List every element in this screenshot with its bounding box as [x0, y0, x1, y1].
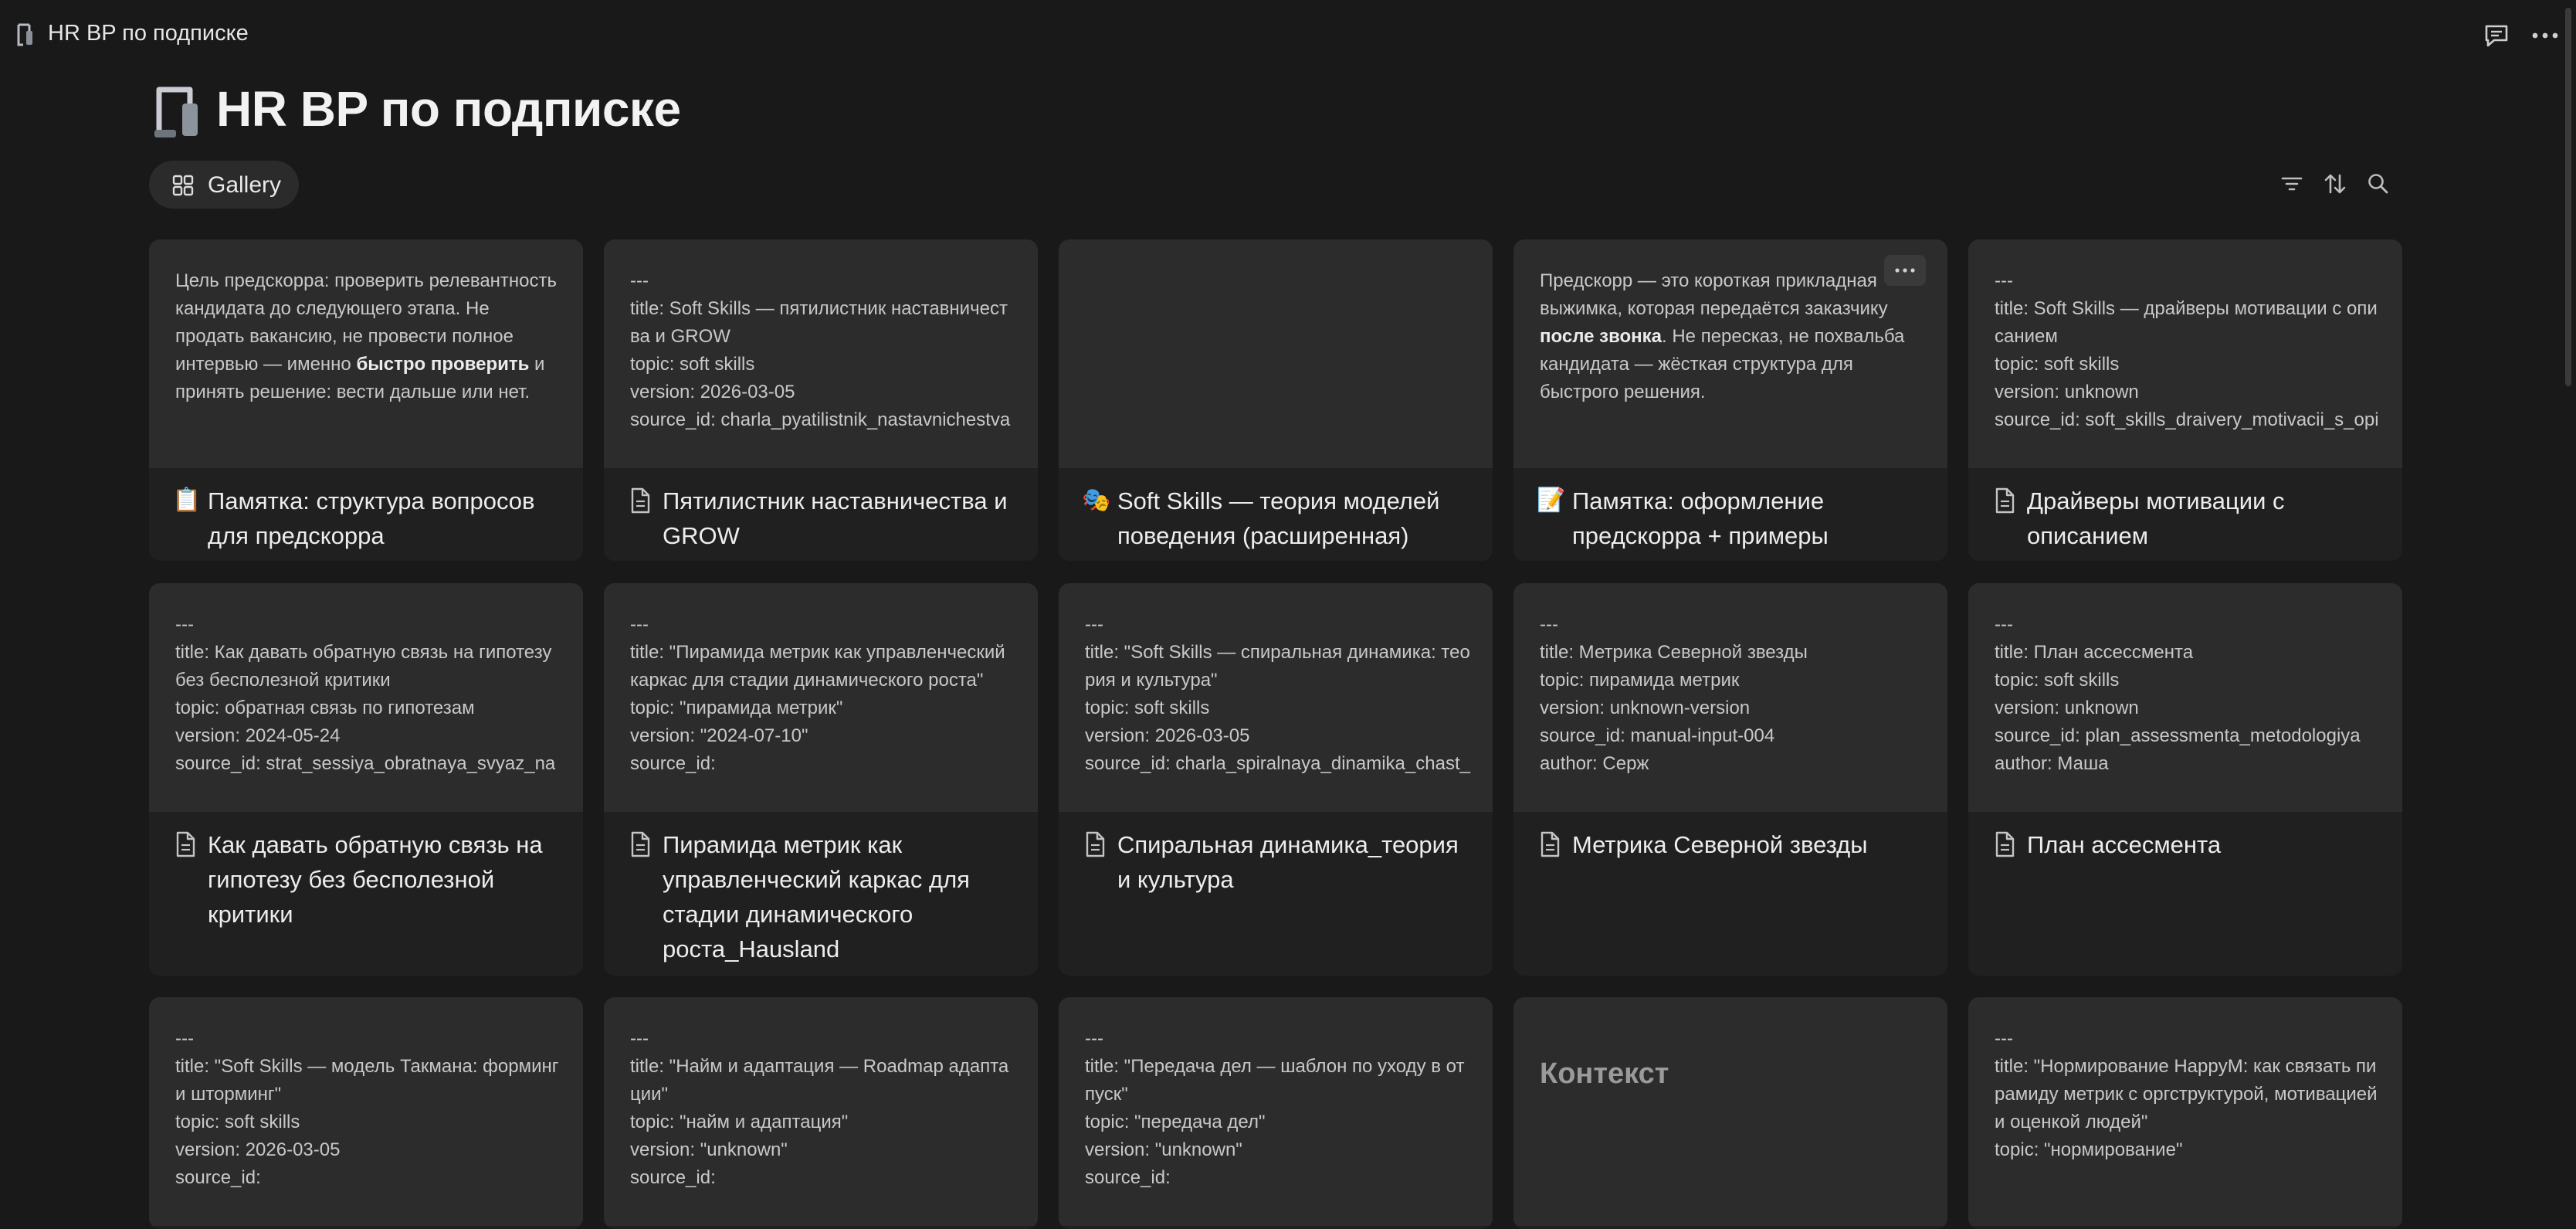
document-icon: [627, 487, 653, 514]
search-icon[interactable]: [2366, 171, 2391, 196]
card-preview: --- title: "Найм и адаптация — Roadmap а…: [604, 997, 1038, 1226]
gallery-card[interactable]: Цель предскорра: проверить релевантность…: [149, 239, 583, 561]
document-icon: [1082, 830, 1108, 858]
top-bar: HR BP по подписке: [0, 0, 2576, 70]
card-preview-text: --- title: "Soft Skills — спиральная дин…: [1085, 614, 1470, 774]
card-title: Soft Skills — теория моделей поведения (…: [1117, 487, 1440, 549]
card-preview: --- title: "Нормирование HappyM: как свя…: [1968, 997, 2402, 1226]
gallery-card[interactable]: --- title: План ассессмента topic: soft …: [1968, 583, 2402, 976]
card-title: Метрика Северной звезды: [1572, 831, 1868, 858]
gallery-card[interactable]: --- title: Метрика Северной звезды topic…: [1513, 583, 1947, 976]
gallery-card[interactable]: Предскорр — это короткая прикладная выжи…: [1513, 239, 1947, 561]
document-icon: [172, 830, 198, 858]
card-preview-text: --- title: "Найм и адаптация — Roadmap а…: [630, 1028, 1009, 1188]
emoji-icon: 📝: [1537, 487, 1566, 513]
card-preview: --- title: "Soft Skills — спиральная дин…: [1059, 583, 1493, 812]
card-preview-text: --- title: Как давать обратную связь на …: [175, 614, 556, 774]
card-preview: --- title: "Передача дел — шаблон по ухо…: [1059, 997, 1493, 1226]
card-preview-text: --- title: "Нормирование HappyM: как свя…: [1995, 1028, 2378, 1160]
card-more-button[interactable]: [1884, 255, 1926, 286]
card-preview: --- title: "Soft Skills — модель Такмана…: [149, 997, 583, 1226]
card-preview: --- title: Как давать обратную связь на …: [149, 583, 583, 812]
more-icon: [1895, 268, 1915, 273]
scrollbar[interactable]: [2565, 0, 2573, 1200]
gallery-card[interactable]: --- title: "Soft Skills — спиральная дин…: [1059, 583, 1493, 976]
document-icon: [1991, 830, 2018, 858]
clamp-icon: [17, 23, 32, 46]
filter-icon[interactable]: [2279, 171, 2304, 196]
card-preview-text: --- title: "Передача дел — шаблон по ухо…: [1085, 1028, 1465, 1188]
card-title: План ассесмента: [2027, 831, 2222, 858]
scrollbar-thumb[interactable]: [2565, 8, 2571, 386]
card-preview: Контекст: [1513, 997, 1947, 1226]
more-icon[interactable]: [2530, 23, 2561, 48]
clamp-icon[interactable]: [148, 80, 207, 142]
card-preview-text: --- title: "Soft Skills — модель Такмана…: [175, 1028, 559, 1188]
card-preview: --- title: "Пирамида метрик как управлен…: [604, 583, 1038, 812]
card-title: Пятилистник наставничества и GROW: [663, 487, 1008, 549]
page-title[interactable]: HR BP по подписке: [216, 80, 681, 137]
gallery-card[interactable]: --- title: Soft Skills — драйверы мотива…: [1968, 239, 2402, 561]
card-preview-text: --- title: Soft Skills — пятилистник нас…: [630, 270, 1011, 430]
card-preview: Цель предскорра: проверить релевантность…: [149, 239, 583, 468]
card-preview-text: --- title: Метрика Северной звезды topic…: [1540, 614, 1808, 774]
card-title: Спиральная динамика_теория и культура: [1117, 831, 1459, 893]
view-tab-label: Gallery: [208, 172, 282, 198]
sort-icon[interactable]: [2323, 171, 2347, 196]
view-tab-gallery[interactable]: Gallery: [149, 161, 299, 209]
card-preview-text: Предскорр — это короткая прикладная выжи…: [1540, 270, 1910, 402]
gallery-card[interactable]: --- title: "Пирамида метрик как управлен…: [604, 583, 1038, 976]
card-preview: --- title: План ассессмента topic: soft …: [1968, 583, 2402, 812]
grid-icon: [172, 175, 194, 196]
comment-icon[interactable]: [2483, 23, 2510, 48]
card-preview: --- title: Метрика Северной звезды topic…: [1513, 583, 1947, 812]
card-preview: --- title: Soft Skills — драйверы мотива…: [1968, 239, 2402, 468]
breadcrumb-title[interactable]: HR BP по подписке: [48, 21, 249, 46]
card-title: Как давать обратную связь на гипотезу бе…: [208, 831, 543, 928]
card-preview-text: --- title: "Пирамида метрик как управлен…: [630, 614, 1005, 774]
card-title: Памятка: оформление предскорра + примеры: [1572, 487, 1829, 549]
card-preview-text: --- title: План ассессмента topic: soft …: [1995, 614, 2361, 774]
card-preview-text: Цель предскорра: проверить релевантность…: [175, 270, 558, 402]
gallery-card[interactable]: --- title: "Нормирование HappyM: как свя…: [1968, 997, 2402, 1229]
card-preview: [1059, 239, 1493, 468]
card-title: Памятка: структура вопросов для предскор…: [208, 487, 535, 549]
gallery-card[interactable]: --- title: "Soft Skills — модель Такмана…: [149, 997, 583, 1229]
card-preview: Предскорр — это короткая прикладная выжи…: [1513, 239, 1947, 468]
card-preview-text: --- title: Soft Skills — драйверы мотива…: [1995, 270, 2379, 430]
gallery-card[interactable]: --- title: Как давать обратную связь на …: [149, 583, 583, 976]
card-preview-heading: Контекст: [1540, 1058, 1669, 1090]
gallery-card[interactable]: --- title: "Передача дел — шаблон по ухо…: [1059, 997, 1493, 1229]
gallery-card[interactable]: 🎭 Soft Skills — теория моделей поведения …: [1059, 239, 1493, 561]
card-title: Пирамида метрик как управленческий карка…: [663, 831, 970, 962]
document-icon: [1991, 487, 2018, 514]
document-icon: [627, 830, 653, 858]
gallery-card[interactable]: Контекст: [1513, 997, 1947, 1229]
gallery-card[interactable]: --- title: Soft Skills — пятилистник нас…: [604, 239, 1038, 561]
emoji-icon: 📋: [172, 487, 202, 513]
card-preview: --- title: Soft Skills — пятилистник нас…: [604, 239, 1038, 468]
gallery-card[interactable]: --- title: "Найм и адаптация — Roadmap а…: [604, 997, 1038, 1229]
card-title: Драйверы мотивации с описанием: [2027, 487, 2285, 549]
emoji-icon: 🎭: [1082, 487, 1111, 513]
document-icon: [1537, 830, 1563, 858]
